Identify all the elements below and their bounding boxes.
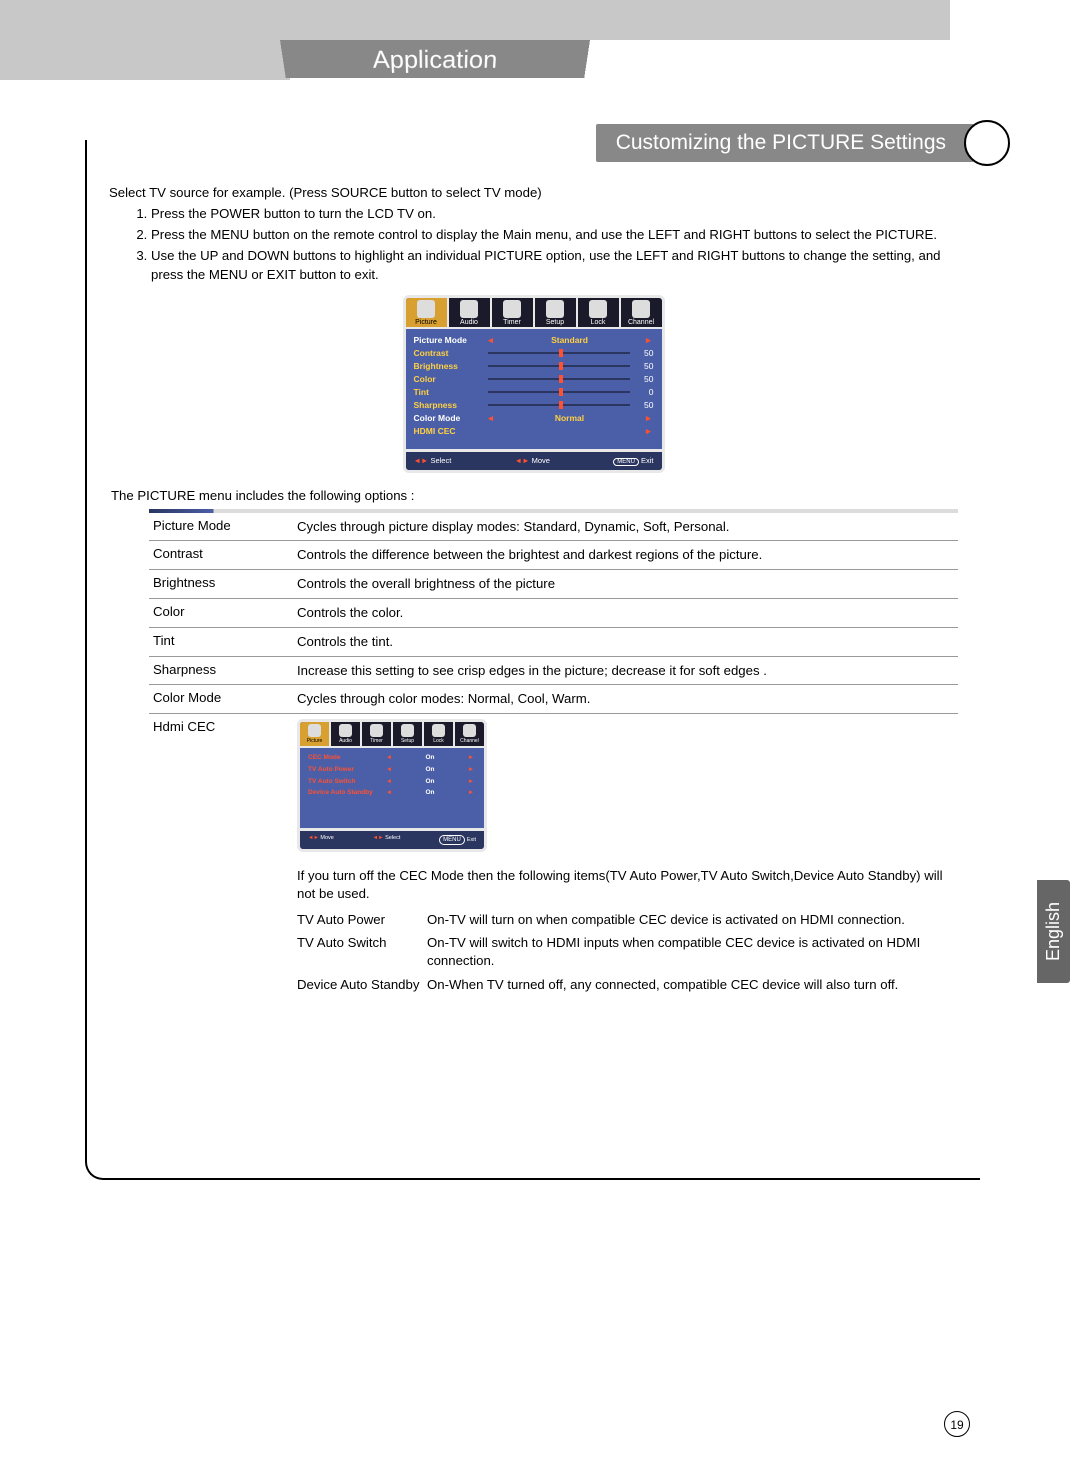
opt-desc-hdmi-cec: PictureAudioTimerSetupLockChannel CEC Mo… [297, 719, 958, 1000]
step-2: Press the MENU button on the remote cont… [151, 225, 958, 244]
opt-desc: Cycles through color modes: Normal, Cool… [297, 690, 958, 708]
cec-sub-name: Device Auto Standby [297, 976, 427, 994]
content-frame: Customizing the PICTURE Settings Select … [85, 140, 980, 1180]
osd-cec-tab-timer: Timer [362, 722, 393, 746]
section-title-bar: Customizing the PICTURE Settings [596, 120, 1010, 166]
page-number: 19 [944, 1411, 970, 1437]
opt-name: Picture Mode [149, 518, 297, 536]
top-strip [0, 0, 950, 40]
osd-row: Sharpness50 [414, 400, 654, 410]
osd-cec-menu: PictureAudioTimerSetupLockChannel CEC Mo… [297, 719, 487, 852]
osd-cec-tab-channel: Channel [455, 722, 484, 746]
opt-desc: Controls the difference between the brig… [297, 546, 958, 564]
options-intro: The PICTURE menu includes the following … [111, 488, 958, 503]
opt-desc: Controls the color. [297, 604, 958, 622]
step-3: Use the UP and DOWN buttons to highlight… [151, 246, 958, 284]
section-circle-decoration [964, 120, 1010, 166]
options-table: Picture ModeCycles through picture displ… [149, 513, 958, 1005]
osd-tab-setup: Setup [535, 298, 578, 327]
opt-desc: Controls the tint. [297, 633, 958, 651]
osd-cec-hint-exit: MENUExit [439, 835, 476, 845]
cec-sub-desc: On-TV will switch to HDMI inputs when co… [427, 934, 952, 970]
app-title: Application [280, 40, 590, 78]
opt-name: Tint [149, 633, 297, 651]
osd-cec-hint-select: ◄► Select [373, 835, 401, 845]
osd-cec-row: CEC Mode◄On► [308, 754, 476, 763]
osd-row: Brightness50 [414, 361, 654, 371]
osd-tab-picture: Picture [406, 298, 449, 327]
osd-tab-channel: Channel [621, 298, 662, 327]
osd-row: Contrast50 [414, 348, 654, 358]
osd-hint-select: ◄► Select [414, 456, 452, 466]
osd-tab-audio: Audio [449, 298, 492, 327]
osd-hint-exit: MENUExit [613, 456, 653, 466]
osd-cec-tab-picture: Picture [300, 722, 331, 746]
intro-text: Select TV source for example. (Press SOU… [109, 185, 958, 200]
osd-cec-hint-move: ◄► Move [308, 835, 334, 845]
osd-cec-row: TV Auto Switch◄On► [308, 778, 476, 787]
osd-cec-tab-audio: Audio [331, 722, 362, 746]
opt-name: Sharpness [149, 662, 297, 680]
opt-name: Brightness [149, 575, 297, 593]
opt-desc: Controls the overall brightness of the p… [297, 575, 958, 593]
osd-cec-row: Device Auto Standby◄On► [308, 789, 476, 798]
step-1: Press the POWER button to turn the LCD T… [151, 204, 958, 223]
cec-sub-desc: On-When TV turned off, any connected, co… [427, 976, 952, 994]
opt-name: Contrast [149, 546, 297, 564]
opt-desc: Increase this setting to see crisp edges… [297, 662, 958, 680]
osd-row: Color Mode◄Normal► [414, 413, 654, 423]
cec-sub-name: TV Auto Switch [297, 934, 427, 970]
section-title: Customizing the PICTURE Settings [596, 124, 974, 162]
osd-tab-timer: Timer [492, 298, 535, 327]
opt-desc: Cycles through picture display modes: St… [297, 518, 958, 536]
opt-name: Color [149, 604, 297, 622]
osd-cec-tab-lock: Lock [424, 722, 455, 746]
opt-name: Color Mode [149, 690, 297, 708]
osd-row: HDMI CEC► [414, 426, 654, 436]
language-tab: English [1037, 880, 1070, 983]
osd-hint-move: ◄► Move [515, 456, 550, 466]
cec-sub-name: TV Auto Power [297, 911, 427, 929]
opt-name: Hdmi CEC [149, 719, 297, 1000]
osd-tab-lock: Lock [578, 298, 621, 327]
osd-row: Picture Mode◄Standard► [414, 335, 654, 345]
steps-list: Press the POWER button to turn the LCD T… [109, 204, 958, 285]
osd-row: Color50 [414, 374, 654, 384]
osd-picture-menu: PictureAudioTimerSetupLockChannel Pictur… [403, 295, 665, 473]
osd-cec-tab-setup: Setup [393, 722, 424, 746]
app-header: Application [0, 40, 1080, 80]
cec-note: If you turn off the CEC Mode then the fo… [297, 867, 952, 903]
osd-row: Tint0 [414, 387, 654, 397]
osd-cec-row: TV Auto Power◄On► [308, 766, 476, 775]
cec-sub-desc: On-TV will turn on when compatible CEC d… [427, 911, 952, 929]
